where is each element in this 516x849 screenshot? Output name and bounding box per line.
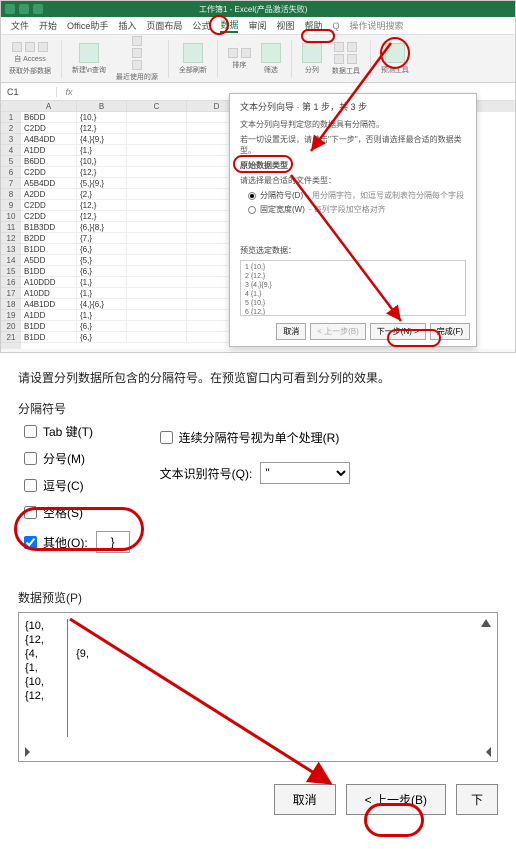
- tab-office[interactable]: Office助手: [67, 19, 108, 32]
- radio-delimited[interactable]: 分隔符号(D) - 用分隔字符，如逗号或制表符分隔每个字段: [248, 190, 466, 201]
- filter-icon[interactable]: [261, 43, 281, 63]
- wiz1-next-button[interactable]: 下一步(N) >: [370, 323, 426, 340]
- tab-help[interactable]: 帮助: [304, 19, 322, 32]
- tab-review[interactable]: 审阅: [248, 19, 266, 32]
- grp-get-transform[interactable]: 新建\n查询: [72, 43, 106, 75]
- tab-formula[interactable]: 公式: [192, 19, 210, 32]
- tab-insert[interactable]: 插入: [118, 19, 136, 32]
- titlebar: 工作簿1 - Excel(产品激活失败): [1, 1, 515, 17]
- wizard1-preview: 1 {10,}2 {12,}3 {4,}{9,}4 {1,}5 {10,}6 {…: [240, 260, 466, 316]
- wizard2-desc: 请设置分列数据所包含的分隔符号。在预览窗口内可看到分列的效果。: [18, 369, 498, 386]
- grp-text-to-columns[interactable]: 分列: [302, 43, 322, 75]
- wiz2-next-button[interactable]: 下: [456, 784, 498, 815]
- wiz1-back-button[interactable]: < 上一步(B): [310, 323, 366, 340]
- text-qualifier-label: 文本识别符号(Q):: [160, 465, 253, 482]
- save-icon[interactable]: [5, 4, 15, 14]
- scroll-up-icon[interactable]: [481, 619, 491, 627]
- wiz1-finish-button[interactable]: 完成(F): [430, 323, 470, 340]
- text-wizard-step2: 请设置分列数据所包含的分隔符号。在预览窗口内可看到分列的效果。 分隔符号 Tab…: [0, 353, 516, 829]
- chk-consecutive[interactable]: 连续分隔符号视为单个处理(R): [160, 429, 351, 446]
- delimiters-legend: 分隔符号: [18, 400, 498, 417]
- chk-other[interactable]: 其他(O):: [24, 534, 88, 551]
- ribbon: 自 Access 获取外部数据 新建\n查询 最近使用的源 全部刷新 排序 筛选…: [1, 35, 515, 83]
- wiz1-cancel-button[interactable]: 取消: [276, 323, 306, 340]
- tab-view[interactable]: 视图: [276, 19, 294, 32]
- new-query-icon[interactable]: [79, 43, 99, 63]
- wiz2-back-button[interactable]: < 上一步(B): [346, 784, 446, 815]
- scroll-right-icon[interactable]: [485, 747, 491, 757]
- tab-file[interactable]: 文件: [11, 19, 29, 32]
- refresh-icon[interactable]: [183, 43, 203, 63]
- quick-access-toolbar: [5, 4, 43, 14]
- tell-me[interactable]: 操作说明搜索: [350, 19, 404, 32]
- ribbon-tabs: 文件 开始 Office助手 插入 页面布局 公式 数据 审阅 视图 帮助 Q …: [1, 17, 515, 35]
- fx-icon[interactable]: fx: [57, 87, 81, 97]
- scroll-left-icon[interactable]: [25, 747, 31, 757]
- chk-tab[interactable]: Tab 键(T): [24, 423, 130, 440]
- grp-external-data[interactable]: 自 Access 获取外部数据: [9, 42, 51, 76]
- wizard2-preview: {10,{12,{4,{1,{10,{12, {9,: [18, 612, 498, 762]
- preview-legend: 数据预览(P): [18, 589, 498, 606]
- chk-space[interactable]: 空格(S): [24, 504, 130, 521]
- tab-layout[interactable]: 页面布局: [146, 19, 182, 32]
- text-wizard-step1: 文本分列向导 · 第 1 步，共 3 步 文本分列向导判定您的数据具有分隔符。 …: [229, 93, 477, 347]
- other-delimiter-input[interactable]: [96, 531, 130, 553]
- chk-comma[interactable]: 逗号(C): [24, 477, 130, 494]
- wizard1-title: 文本分列向导 · 第 1 步，共 3 步: [240, 100, 466, 113]
- undo-icon[interactable]: [19, 4, 29, 14]
- grp-sort-filter[interactable]: 排序: [228, 48, 251, 70]
- tab-data[interactable]: 数据: [220, 18, 238, 33]
- window-title: 工作簿1 - Excel(产品激活失败): [199, 4, 307, 15]
- excel-screenshot: 工作簿1 - Excel(产品激活失败) 文件 开始 Office助手 插入 页…: [0, 0, 516, 353]
- text-to-columns-icon[interactable]: [302, 43, 322, 63]
- tell-me-icon[interactable]: Q: [333, 21, 340, 31]
- chk-semicolon[interactable]: 分号(M): [24, 450, 130, 467]
- tab-home[interactable]: 开始: [39, 19, 57, 32]
- wiz2-cancel-button[interactable]: 取消: [274, 784, 336, 815]
- row-headers: 123456789101112131415161718192021: [1, 101, 21, 349]
- redo-icon[interactable]: [33, 4, 43, 14]
- grp-connections[interactable]: 全部刷新: [179, 43, 207, 75]
- name-box[interactable]: C1: [1, 87, 57, 97]
- radio-fixed-width[interactable]: 固定宽度(W) - 每列字段加空格对齐: [248, 204, 466, 215]
- text-qualifier-select[interactable]: ": [260, 462, 350, 484]
